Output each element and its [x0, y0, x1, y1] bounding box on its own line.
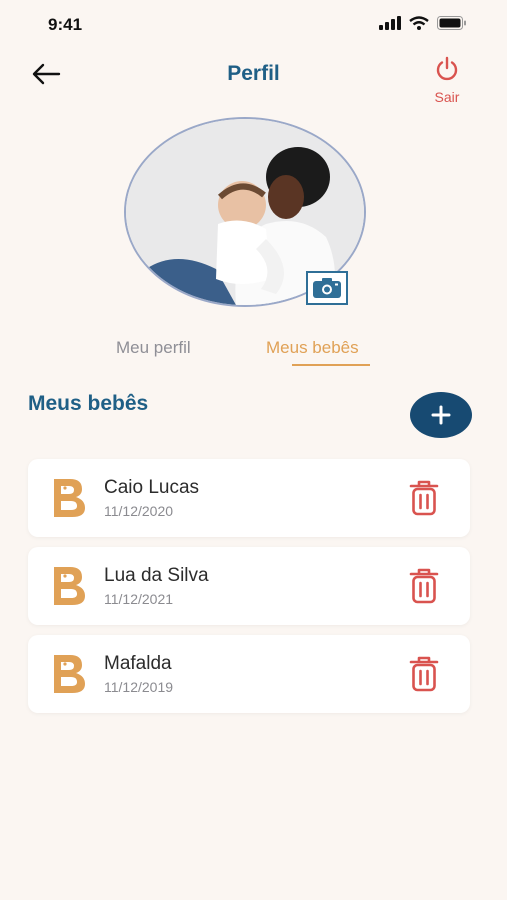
battery-icon [437, 16, 466, 30]
trash-icon [409, 480, 439, 516]
baby-name: Mafalda [104, 653, 172, 674]
logout-button[interactable]: Sair [427, 56, 467, 105]
active-tab-indicator [292, 364, 370, 366]
delete-baby-button[interactable] [408, 479, 440, 517]
status-icons [379, 16, 467, 30]
profile-photo-container [124, 117, 366, 309]
baby-card[interactable]: Mafalda 11/12/2019 [28, 635, 470, 713]
camera-icon [313, 278, 341, 298]
header: Perfil Sair [0, 50, 507, 110]
baby-logo-icon [54, 567, 85, 605]
logout-label: Sair [434, 89, 460, 105]
baby-card[interactable]: Lua da Silva 11/12/2021 [28, 547, 470, 625]
status-bar: 9:41 [0, 0, 507, 50]
delete-baby-button[interactable] [408, 567, 440, 605]
baby-name: Lua da Silva [104, 565, 209, 586]
baby-name: Caio Lucas [104, 477, 200, 498]
baby-birth-date: 11/12/2019 [104, 679, 174, 695]
delete-baby-button[interactable] [408, 655, 440, 693]
tab-my-babies[interactable]: Meus bebês [266, 338, 359, 358]
trash-icon [409, 656, 439, 692]
section-title: Meus bebês [28, 392, 149, 415]
baby-logo-icon [54, 479, 85, 517]
profile-tabs: Meu perfil Meus bebês [0, 338, 507, 374]
baby-card[interactable]: Caio Lucas 11/12/2020 [28, 459, 470, 537]
baby-birth-date: 11/12/2021 [104, 591, 174, 607]
power-icon [436, 56, 458, 81]
baby-birth-date: 11/12/2020 [104, 503, 174, 519]
change-photo-button[interactable] [306, 271, 348, 305]
wifi-icon [409, 16, 429, 30]
status-time: 9:41 [48, 15, 83, 34]
signal-icon [379, 16, 401, 30]
baby-logo-icon [54, 655, 85, 693]
add-baby-button[interactable] [410, 392, 472, 438]
trash-icon [409, 568, 439, 604]
plus-icon [431, 405, 451, 425]
tab-my-profile[interactable]: Meu perfil [116, 338, 191, 358]
